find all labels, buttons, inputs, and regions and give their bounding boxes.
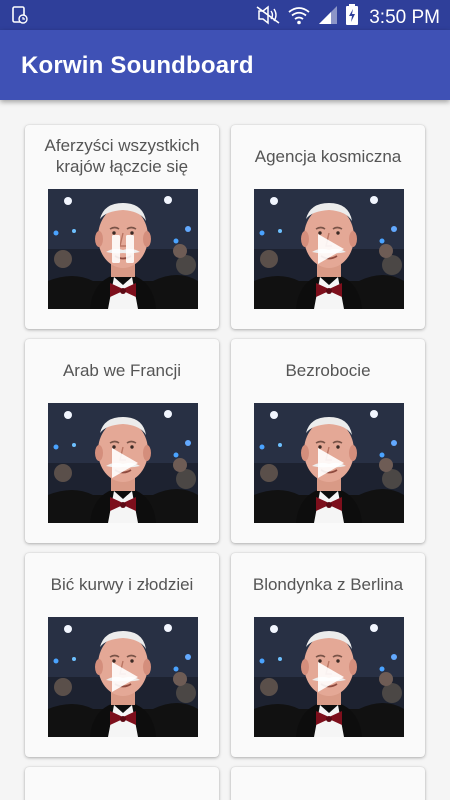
play-icon[interactable]	[309, 229, 349, 269]
sound-card[interactable]	[231, 767, 425, 800]
play-icon[interactable]	[309, 443, 349, 483]
battery-charging-icon	[345, 4, 359, 31]
wifi-icon	[287, 5, 311, 30]
sound-thumbnail[interactable]	[254, 617, 404, 737]
mute-icon	[255, 5, 281, 30]
play-icon[interactable]	[309, 657, 349, 697]
sound-thumbnail[interactable]	[48, 403, 198, 523]
sound-title: Aferzyści wszystkich krajów łączcie się	[44, 136, 200, 176]
sound-thumbnail[interactable]	[48, 189, 198, 309]
sound-thumbnail[interactable]	[48, 617, 198, 737]
sound-thumbnail[interactable]	[254, 189, 404, 309]
sim-card-icon	[11, 6, 29, 29]
sound-card[interactable]: Agencja kosmiczna	[231, 125, 425, 329]
sound-title: Bić kurwy i złodziei	[50, 574, 194, 594]
sound-card[interactable]: Blondynka z Berlina	[231, 553, 425, 757]
play-icon[interactable]	[103, 443, 143, 483]
status-time: 3:50 PM	[369, 6, 440, 28]
sound-card[interactable]	[25, 767, 219, 800]
status-bar: 3:50 PM	[0, 0, 450, 30]
sound-title: Arab we Francji	[62, 360, 182, 380]
sound-thumbnail[interactable]	[254, 403, 404, 523]
sound-card[interactable]: Aferzyści wszystkich krajów łączcie się	[25, 125, 219, 329]
sound-title: Bezrobocie	[285, 360, 371, 380]
app-bar: Korwin Soundboard	[0, 30, 450, 100]
sound-card[interactable]: Arab we Francji	[25, 339, 219, 543]
pause-icon[interactable]	[103, 229, 143, 269]
play-icon[interactable]	[103, 657, 143, 697]
signal-icon	[317, 5, 339, 30]
sound-title: Agencja kosmiczna	[254, 146, 402, 166]
sound-card[interactable]: Bezrobocie	[231, 339, 425, 543]
sound-title: Blondynka z Berlina	[252, 574, 404, 594]
app-title: Korwin Soundboard	[21, 52, 254, 79]
sound-grid: Aferzyści wszystkich krajów łączcie się …	[0, 100, 450, 800]
sound-card[interactable]: Bić kurwy i złodziei	[25, 553, 219, 757]
